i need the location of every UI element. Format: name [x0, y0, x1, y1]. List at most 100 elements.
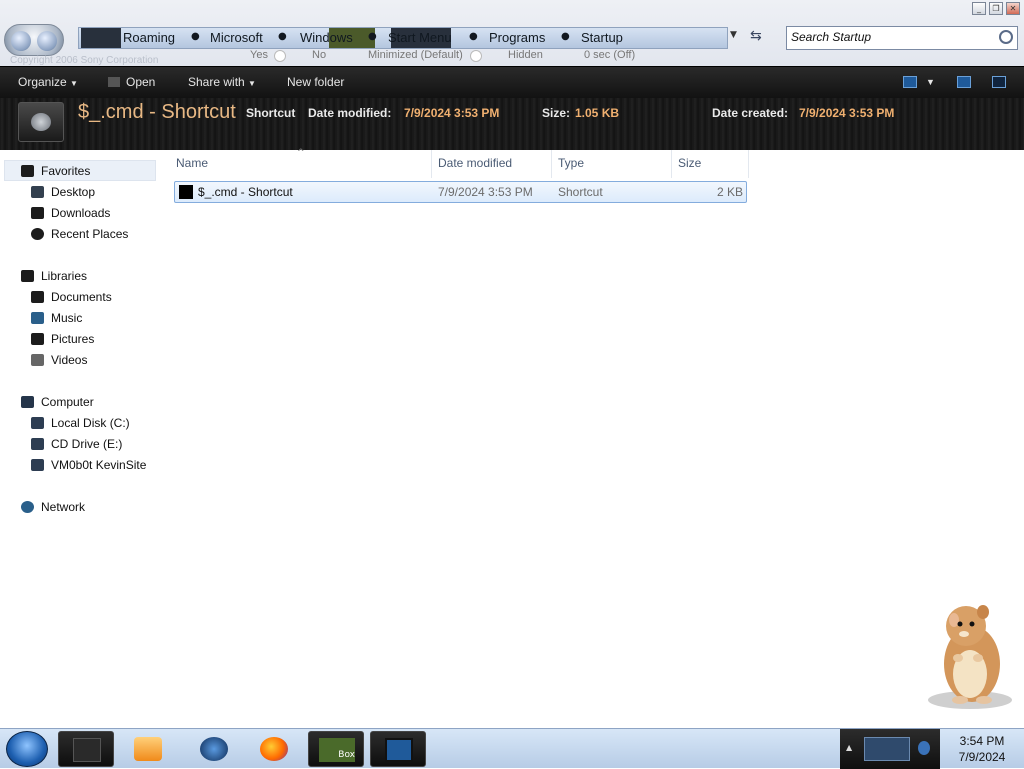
- search-input[interactable]: Search Startup: [786, 26, 1018, 50]
- breadcrumb-windows[interactable]: Windows: [300, 30, 353, 45]
- cd-drive-icon: [31, 438, 44, 450]
- column-divider[interactable]: [671, 150, 672, 178]
- forward-arrow-icon[interactable]: [37, 31, 57, 51]
- organize-button[interactable]: Organize ▼: [18, 75, 78, 89]
- libraries-icon: [21, 270, 34, 282]
- new-folder-button[interactable]: New folder: [287, 75, 344, 89]
- explorer-icon: [73, 738, 101, 762]
- nav-label: Pictures: [51, 332, 95, 346]
- file-size: 2 KB: [716, 185, 743, 199]
- file-row[interactable]: $_.cmd - Shortcut 7/9/2024 3:53 PM Short…: [174, 181, 747, 203]
- taskbar-firefox[interactable]: [246, 731, 302, 767]
- taskbar-box-app[interactable]: Box: [308, 731, 364, 767]
- pictures-icon: [31, 333, 44, 345]
- globe-icon: [200, 737, 228, 761]
- option-delay: 0 sec (Off): [584, 49, 636, 61]
- search-icon[interactable]: [999, 30, 1013, 44]
- options-row: Yes No Minimized (Default) Hidden 0 sec …: [78, 49, 658, 63]
- file-modified: 7/9/2024 3:53 PM: [438, 185, 533, 199]
- open-label: Open: [126, 75, 156, 89]
- media-player-icon: [134, 737, 162, 761]
- breadcrumb-programs[interactable]: Programs: [489, 30, 545, 45]
- open-button[interactable]: Open: [108, 75, 155, 89]
- close-button[interactable]: ✕: [1006, 2, 1020, 15]
- box-label: Box: [338, 750, 355, 760]
- column-divider[interactable]: [748, 150, 749, 178]
- details-created-value: 7/9/2024 3:53 PM: [799, 106, 895, 120]
- nav-label: CD Drive (E:): [51, 437, 123, 451]
- nav-label: VM0b0t KevinSite: [51, 458, 147, 472]
- hamster-mascot[interactable]: [920, 600, 1016, 712]
- show-hidden-icons[interactable]: ▲: [846, 743, 852, 752]
- column-divider[interactable]: [431, 150, 432, 178]
- views-icon[interactable]: [903, 76, 917, 88]
- search-placeholder: Search Startup: [791, 30, 872, 44]
- radio-yes[interactable]: [274, 50, 286, 62]
- nav-label: Computer: [41, 395, 94, 409]
- system-tray: ▲: [840, 729, 940, 769]
- option-yes: Yes: [250, 49, 268, 61]
- column-divider[interactable]: [551, 150, 552, 178]
- network-tray-icon[interactable]: [918, 741, 930, 755]
- details-type: Shortcut: [246, 106, 296, 120]
- details-modified-label: Date modified:: [308, 106, 392, 120]
- command-bar: Organize ▼ Open Share with ▼ New folder …: [0, 66, 1024, 98]
- back-forward-buttons[interactable]: [4, 24, 64, 56]
- details-size-label: Size:: [542, 106, 571, 120]
- preview-pane-icon[interactable]: [957, 76, 971, 88]
- taskbar-media-player[interactable]: [120, 731, 176, 767]
- open-icon: [108, 77, 120, 87]
- breadcrumb-roaming[interactable]: Roaming: [123, 30, 175, 45]
- column-header-type[interactable]: Type: [558, 156, 584, 170]
- clock-time: 3:54 PM: [959, 734, 1005, 748]
- computer-icon: [21, 396, 34, 408]
- chevron-down-icon: ▼: [248, 79, 256, 88]
- column-header-name[interactable]: Name: [176, 156, 208, 170]
- option-no: No: [312, 49, 327, 61]
- file-name: $_.cmd - Shortcut: [198, 185, 293, 199]
- refresh-icon[interactable]: ⇆: [750, 28, 762, 44]
- restore-button[interactable]: ❐: [989, 2, 1003, 15]
- breadcrumb-startup[interactable]: Startup: [581, 30, 623, 45]
- taskbar-browser-globe[interactable]: [186, 731, 242, 767]
- breadcrumb-separator[interactable]: ●: [191, 31, 200, 42]
- nav-label: Network: [41, 500, 86, 514]
- address-dropdown-icon[interactable]: ▼: [730, 30, 737, 40]
- chevron-down-icon: ▼: [70, 79, 78, 88]
- minimize-button[interactable]: _: [972, 2, 986, 15]
- nav-label: Recent Places: [51, 227, 129, 241]
- help-icon[interactable]: [992, 76, 1006, 88]
- column-header-size[interactable]: Size: [678, 156, 701, 170]
- radio-minimized[interactable]: [470, 50, 482, 62]
- clock[interactable]: 3:54 PM 7/9/2024: [942, 733, 1022, 765]
- views-dropdown-icon[interactable]: ▼: [926, 77, 935, 87]
- nav-label: Desktop: [51, 185, 96, 199]
- file-type: Shortcut: [558, 185, 603, 199]
- nav-label: Favorites: [41, 164, 91, 178]
- breadcrumb-separator[interactable]: ●: [368, 31, 377, 42]
- tray-app-icon[interactable]: [864, 737, 910, 761]
- option-hidden: Hidden: [508, 49, 543, 61]
- breadcrumb-microsoft[interactable]: Microsoft: [210, 30, 263, 45]
- breadcrumb-separator[interactable]: ●: [561, 31, 570, 42]
- address-breadcrumb[interactable]: Roaming ● Microsoft ● Windows ● Start Me…: [78, 27, 728, 49]
- breadcrumb-separator[interactable]: ●: [469, 31, 478, 42]
- shortcut-file-icon: [18, 102, 64, 142]
- downloads-icon: [31, 207, 44, 219]
- sort-arrow-icon: ^: [297, 148, 305, 158]
- drive-icon: [31, 417, 44, 429]
- share-with-button[interactable]: Share with ▼: [188, 75, 256, 89]
- breadcrumb-separator[interactable]: ●: [278, 31, 287, 42]
- column-header-modified[interactable]: Date modified: [438, 156, 512, 170]
- breadcrumb-start-menu[interactable]: Start Menu: [388, 30, 452, 45]
- taskbar: Box ▲ 3:54 PM 7/9/2024: [0, 728, 1024, 769]
- back-arrow-icon[interactable]: [11, 31, 31, 51]
- network-drive-icon: [31, 459, 44, 471]
- nav-label: Downloads: [51, 206, 111, 220]
- music-icon: [31, 312, 44, 324]
- start-button[interactable]: [6, 731, 48, 767]
- organize-label: Organize: [18, 75, 67, 89]
- share-with-label: Share with: [188, 75, 245, 89]
- taskbar-window[interactable]: [370, 731, 426, 767]
- taskbar-explorer[interactable]: [58, 731, 114, 767]
